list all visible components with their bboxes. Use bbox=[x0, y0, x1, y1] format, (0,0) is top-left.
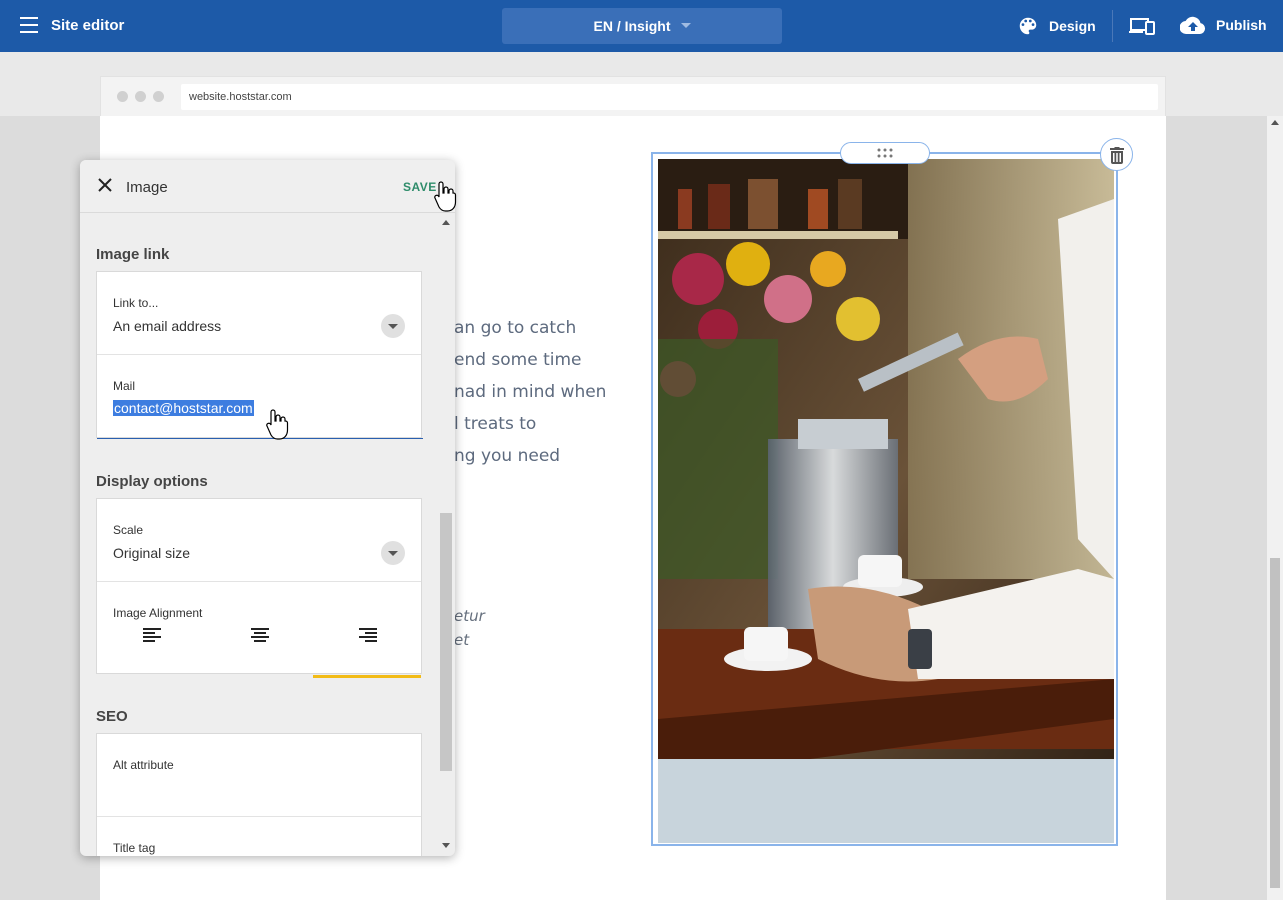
input-focus-underline bbox=[97, 438, 423, 439]
scroll-up-arrow-icon[interactable] bbox=[1271, 120, 1279, 125]
image-alignment-field: Image Alignment bbox=[97, 582, 421, 678]
scrollbar-thumb[interactable] bbox=[1270, 558, 1280, 888]
trash-icon bbox=[1109, 146, 1124, 164]
top-bar: Site editor EN / Insight Design Publish bbox=[0, 0, 1283, 52]
dropdown-arrow-icon[interactable] bbox=[381, 314, 405, 338]
cloud-upload-icon bbox=[1180, 16, 1206, 35]
text-line: an go to catch bbox=[454, 318, 577, 338]
publish-label: Publish bbox=[1216, 17, 1267, 33]
window-dot bbox=[117, 91, 128, 102]
text-line: et bbox=[454, 631, 470, 649]
text-line: end some time bbox=[454, 350, 582, 370]
window-dot bbox=[135, 91, 146, 102]
alignment-label: Image Alignment bbox=[113, 606, 203, 620]
selected-image-block[interactable] bbox=[651, 152, 1118, 846]
responsive-devices-icon[interactable] bbox=[1129, 16, 1155, 41]
panel-title: Image bbox=[126, 179, 168, 196]
mail-field[interactable]: Mail contact@hoststar.com bbox=[97, 355, 423, 439]
image-settings-panel: Image SAVE Image link Link to... An emai… bbox=[80, 160, 455, 856]
title-tag-field[interactable]: Title tag bbox=[97, 817, 421, 856]
title-tag-label: Title tag bbox=[113, 841, 156, 855]
text-line: nad in mind when bbox=[454, 382, 607, 402]
browser-address-bar: website.hoststar.com bbox=[100, 76, 1166, 116]
alt-attribute-label: Alt attribute bbox=[113, 758, 174, 772]
align-center-icon[interactable] bbox=[251, 628, 269, 644]
drag-handle[interactable] bbox=[840, 142, 930, 164]
link-to-select[interactable]: Link to... An email address bbox=[97, 272, 421, 355]
dropdown-arrow-icon[interactable] bbox=[381, 541, 405, 565]
design-button[interactable]: Design bbox=[1017, 15, 1096, 37]
design-label: Design bbox=[1049, 18, 1096, 34]
display-options-card: Scale Original size Image Alignment bbox=[96, 498, 422, 678]
alt-attribute-field[interactable]: Alt attribute bbox=[97, 734, 421, 817]
image-link-card: Link to... An email address Mail contact… bbox=[96, 271, 423, 439]
caret-down-icon bbox=[680, 22, 691, 28]
mail-label: Mail bbox=[113, 379, 136, 393]
scale-select[interactable]: Scale Original size bbox=[97, 499, 421, 582]
text-line: l treats to bbox=[454, 414, 537, 434]
page-scrollbar[interactable] bbox=[1267, 116, 1283, 900]
toolbar-divider bbox=[1112, 10, 1113, 42]
barista-photo bbox=[658, 159, 1114, 843]
text-line: etur bbox=[454, 607, 485, 625]
align-left-icon[interactable] bbox=[143, 628, 161, 644]
mail-input-value[interactable]: contact@hoststar.com bbox=[113, 400, 254, 416]
seo-card: Alt attribute Title tag bbox=[96, 733, 422, 856]
scale-value: Original size bbox=[113, 545, 191, 561]
section-title-image-link: Image link bbox=[96, 246, 170, 263]
scale-label: Scale bbox=[113, 523, 144, 537]
palette-icon bbox=[1019, 17, 1037, 35]
page-italic-text[interactable]: etur et bbox=[454, 604, 485, 652]
scroll-down-arrow-icon[interactable] bbox=[442, 843, 450, 848]
panel-scrollbar[interactable] bbox=[440, 220, 452, 850]
text-line: ng you need bbox=[454, 446, 561, 466]
alignment-active-indicator bbox=[313, 675, 421, 678]
scrollbar-thumb[interactable] bbox=[440, 513, 452, 771]
language-page-selector[interactable]: EN / Insight bbox=[502, 8, 782, 44]
canvas-margin bbox=[1166, 116, 1267, 900]
page-body-text[interactable]: an go to catch end some time nad in mind… bbox=[454, 312, 634, 472]
link-to-value: An email address bbox=[113, 318, 222, 334]
language-page-label: EN / Insight bbox=[593, 18, 671, 34]
section-title-seo: SEO bbox=[96, 708, 128, 725]
align-right-icon[interactable] bbox=[359, 628, 377, 644]
hamburger-menu-icon[interactable] bbox=[20, 17, 38, 33]
app-title: Site editor bbox=[51, 17, 125, 34]
panel-header: Image SAVE bbox=[80, 160, 455, 213]
grip-dots-icon bbox=[877, 148, 893, 158]
delete-element-button[interactable] bbox=[1100, 138, 1133, 171]
publish-button[interactable]: Publish bbox=[1180, 15, 1267, 35]
section-title-display-options: Display options bbox=[96, 473, 208, 490]
window-dot bbox=[153, 91, 164, 102]
url-field: website.hoststar.com bbox=[181, 84, 1158, 110]
save-button[interactable]: SAVE bbox=[403, 180, 437, 194]
scroll-up-arrow-icon[interactable] bbox=[442, 220, 450, 225]
close-icon[interactable] bbox=[98, 178, 112, 192]
link-to-label: Link to... bbox=[113, 296, 159, 310]
